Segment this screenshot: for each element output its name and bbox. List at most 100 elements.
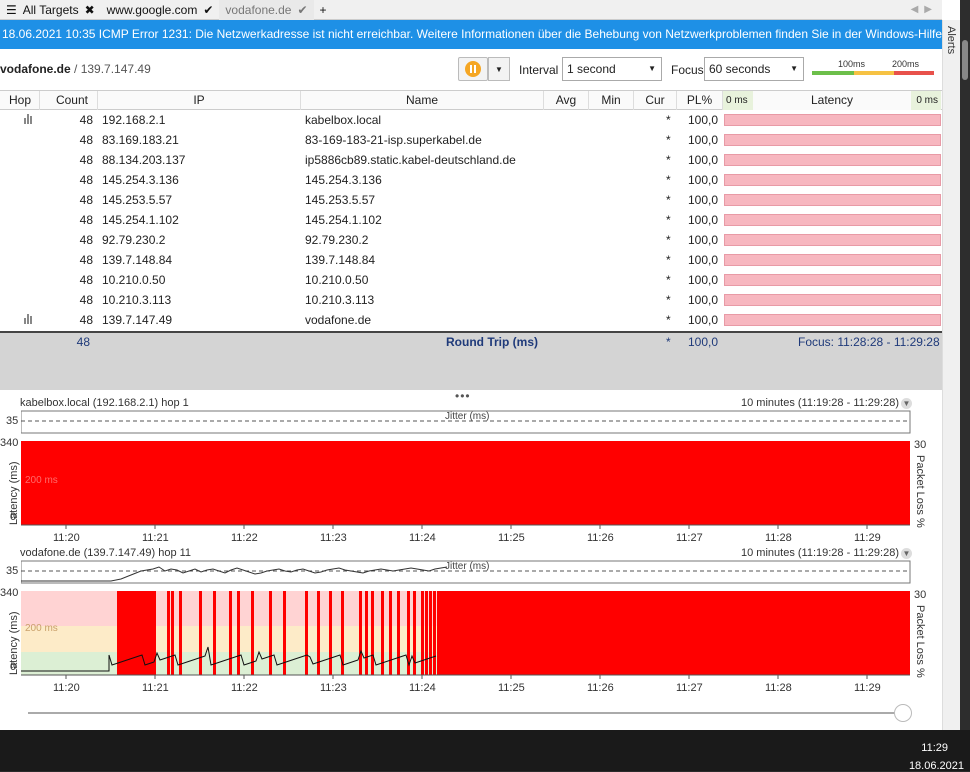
jitter-max-label: 35 bbox=[6, 415, 19, 427]
table-row[interactable]: 48 192.168.2.1 kabelbox.local * 100,0 bbox=[0, 110, 942, 130]
table-row[interactable]: 48 10.210.0.50 10.210.0.50 * 100,0 bbox=[0, 270, 942, 290]
hop-ip: 192.168.2.1 bbox=[102, 113, 166, 127]
hop-count: 48 bbox=[79, 113, 93, 127]
chevron-down-icon: ▼ bbox=[648, 64, 656, 73]
graph-plot[interactable]: Jitter (ms) 200 ms 11:20 11:21 11:22 11:23 11:… bbox=[21, 409, 911, 549]
latency-bar bbox=[724, 114, 941, 126]
pause-button[interactable] bbox=[458, 57, 488, 81]
summary-count: 48 bbox=[76, 335, 90, 349]
hop-pl: 100,0 bbox=[688, 273, 719, 287]
packet-loss-spike bbox=[329, 591, 332, 675]
time-slider-track[interactable] bbox=[28, 712, 903, 714]
table-row[interactable]: 48 145.254.1.102 145.254.1.102 * 100,0 bbox=[0, 210, 942, 230]
chevron-down-icon[interactable]: ▼ bbox=[901, 548, 912, 559]
menu-icon[interactable]: ☰ bbox=[6, 3, 17, 17]
col-ip[interactable]: IP bbox=[98, 91, 301, 110]
scrollbar-thumb[interactable] bbox=[962, 40, 968, 80]
hop-name: 139.7.148.84 bbox=[305, 253, 376, 267]
packet-loss-spike bbox=[229, 591, 232, 675]
alerts-label: Alerts bbox=[945, 26, 957, 55]
hop-count: 48 bbox=[79, 153, 93, 167]
table-row[interactable]: 48 10.210.3.113 10.210.3.113 * 100,0 bbox=[0, 290, 942, 310]
taskbar-date[interactable]: 18.06.2021 bbox=[909, 760, 964, 772]
interval-value: 1 second bbox=[567, 62, 616, 76]
hop-graph-toggle[interactable] bbox=[24, 110, 32, 130]
packet-loss-spike bbox=[237, 591, 240, 675]
hop-pl: 100,0 bbox=[688, 153, 719, 167]
chevron-down-icon[interactable]: ▼ bbox=[901, 398, 912, 409]
target-ip: / 139.7.147.49 bbox=[70, 62, 151, 76]
packet-loss-axis-title: Packet Loss % bbox=[914, 605, 926, 678]
check-icon: ✔ bbox=[297, 2, 308, 17]
jitter-label: Jitter (ms) bbox=[445, 561, 489, 572]
graph-plot[interactable]: Jitter (ms) 200 ms 11:20 11:21 11:22 11:23 11:… bbox=[21, 559, 911, 699]
mid-label: 200 ms bbox=[25, 623, 58, 634]
table-row[interactable]: 48 83.169.183.21 83-169-183-21-isp.superka… bbox=[0, 130, 942, 150]
time-slider-thumb[interactable] bbox=[894, 704, 912, 722]
tab-scroll-arrows[interactable]: ◀▶ bbox=[911, 4, 942, 15]
packet-loss-area bbox=[21, 441, 910, 525]
table-row[interactable]: 48 145.254.3.136 145.254.3.136 * 100,0 bbox=[0, 170, 942, 190]
close-icon[interactable]: ✖ bbox=[85, 3, 95, 17]
x-tick-label: 11:26 bbox=[587, 682, 614, 694]
table-row[interactable]: 48 139.7.147.49 vodafone.de * 100,0 bbox=[0, 310, 942, 330]
tab-all-targets[interactable]: ☰ All Targets ✖ bbox=[0, 0, 101, 20]
hop-ip: 145.254.3.136 bbox=[102, 173, 179, 187]
pause-dropdown-button[interactable]: ▼ bbox=[488, 57, 510, 81]
latency-min-label: 0 ms bbox=[726, 95, 748, 106]
latency-bar bbox=[724, 154, 941, 166]
hop-count: 48 bbox=[79, 233, 93, 247]
col-name[interactable]: Name bbox=[301, 91, 544, 110]
hop-pl: 100,0 bbox=[688, 233, 719, 247]
window-scrollbar[interactable] bbox=[960, 0, 970, 730]
tab-vodafone[interactable]: vodafone.de ✔ bbox=[219, 0, 314, 20]
table-row[interactable]: 48 92.79.230.2 92.79.230.2 * 100,0 bbox=[0, 230, 942, 250]
col-pl[interactable]: PL% bbox=[677, 91, 723, 110]
x-tick-label: 11:21 bbox=[142, 532, 169, 544]
summary-cur: * bbox=[666, 335, 671, 349]
x-tick-label: 11:27 bbox=[676, 532, 703, 544]
hop-pl: 100,0 bbox=[688, 213, 719, 227]
error-banner[interactable]: 18.06.2021 10:35 ICMP Error 1231: Die Ne… bbox=[0, 20, 942, 49]
packet-loss-axis-title: Packet Loss % bbox=[914, 455, 926, 528]
x-tick-label: 11:26 bbox=[587, 532, 614, 544]
hop-cur: * bbox=[666, 233, 671, 247]
table-row[interactable]: 48 145.253.5.57 145.253.5.57 * 100,0 bbox=[0, 190, 942, 210]
x-tick-label: 11:22 bbox=[231, 532, 258, 544]
col-count[interactable]: Count bbox=[40, 91, 98, 110]
add-tab-button[interactable]: + bbox=[314, 0, 333, 20]
focus-select[interactable]: 60 seconds ▼ bbox=[704, 57, 804, 81]
graph-header: kabelbox.local (192.168.2.1) hop 1 10 min… bbox=[20, 397, 912, 409]
alerts-panel-toggle[interactable]: Alerts bbox=[942, 20, 960, 730]
bar-chart-icon bbox=[24, 114, 32, 124]
graph-range-label: 10 minutes (11:19:28 - 11:29:28) bbox=[741, 397, 899, 409]
scale-200-label: 200ms bbox=[892, 59, 920, 69]
plus-icon: + bbox=[319, 2, 327, 17]
table-row[interactable]: 48 88.134.203.137 ip5886cb89.static.kabel-… bbox=[0, 150, 942, 170]
hop-count: 48 bbox=[79, 173, 93, 187]
col-min[interactable]: Min bbox=[589, 91, 634, 110]
scale-green bbox=[812, 71, 854, 75]
hop-ip: 10.210.3.113 bbox=[102, 293, 172, 307]
table-row[interactable]: 48 139.7.148.84 139.7.148.84 * 100,0 bbox=[0, 250, 942, 270]
col-hop[interactable]: Hop bbox=[0, 91, 40, 110]
interval-select[interactable]: 1 second ▼ bbox=[562, 57, 662, 81]
packet-loss-spike bbox=[429, 591, 432, 675]
hop-cur: * bbox=[666, 133, 671, 147]
col-avg[interactable]: Avg bbox=[544, 91, 589, 110]
x-tick-label: 11:22 bbox=[231, 682, 258, 694]
col-cur[interactable]: Cur bbox=[634, 91, 677, 110]
graph-range[interactable]: 10 minutes (11:19:28 - 11:29:28) ▼ bbox=[741, 397, 912, 409]
hop-graph-toggle[interactable] bbox=[24, 310, 32, 330]
col-latency[interactable]: 0 ms Latency 0 ms bbox=[723, 91, 941, 110]
graph-range[interactable]: 10 minutes (11:19:28 - 11:29:28) ▼ bbox=[741, 547, 912, 559]
latency-bar bbox=[724, 314, 941, 326]
jitter-label: Jitter (ms) bbox=[445, 411, 489, 422]
tab-google[interactable]: www.google.com ✔ bbox=[101, 0, 220, 20]
hop-pl: 100,0 bbox=[688, 293, 719, 307]
x-tick-label: 11:24 bbox=[409, 532, 436, 544]
latency-bar bbox=[724, 174, 941, 186]
hop-pl: 100,0 bbox=[688, 193, 719, 207]
hop-pl: 100,0 bbox=[688, 173, 719, 187]
taskbar-time[interactable]: 11:29 bbox=[921, 742, 948, 754]
